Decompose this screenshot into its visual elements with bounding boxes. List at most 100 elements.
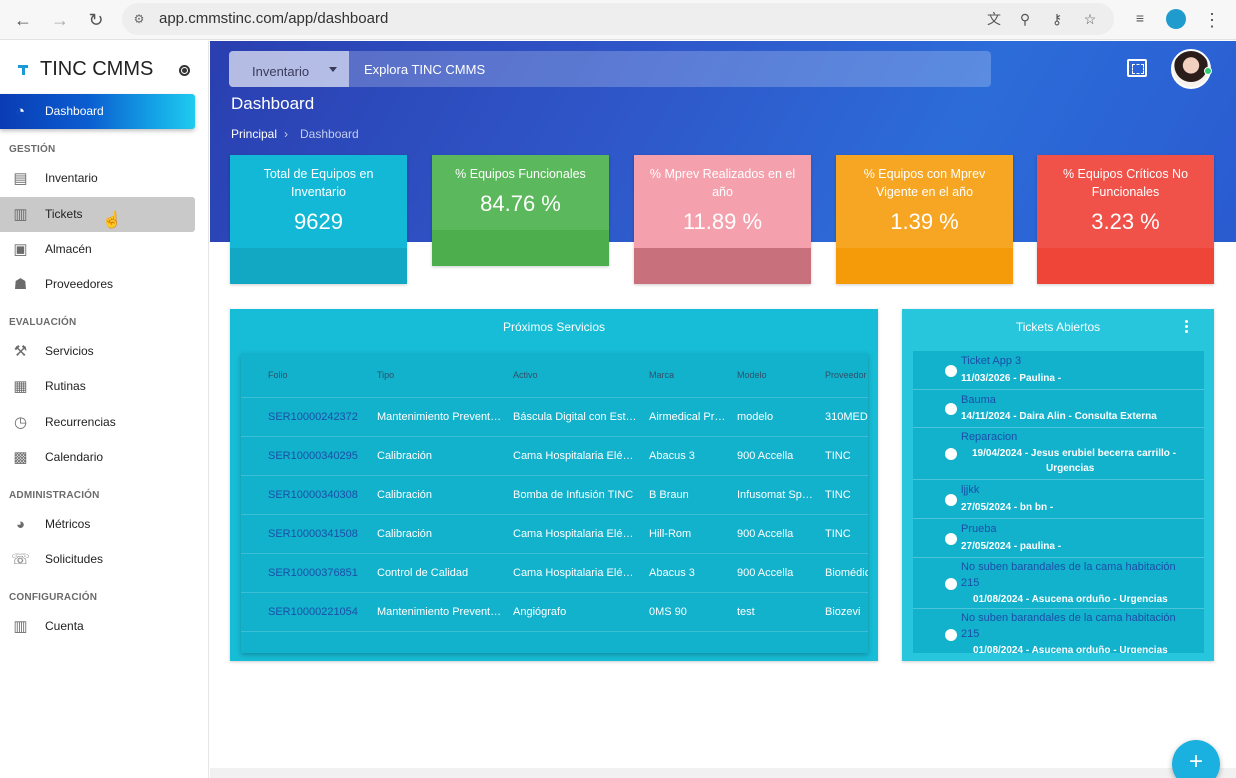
- stat-card-title: Total de Equipos en Inventario: [263, 167, 374, 199]
- sidebar-item-servicios[interactable]: ⚒ Servicios: [0, 334, 195, 369]
- ticket-title[interactable]: Prueba: [961, 523, 996, 535]
- list-item[interactable]: No suben barandales de la cama habitació…: [913, 558, 1204, 609]
- ticket-title[interactable]: Reparacion: [961, 431, 1017, 443]
- list-item[interactable]: Ticket App 3 11/03/2026 - Paulina -: [913, 351, 1204, 390]
- ticket-title-line2[interactable]: 215: [961, 628, 979, 640]
- column-header[interactable]: Activo: [513, 370, 538, 380]
- list-item[interactable]: Bauma 14/11/2024 - Daira Alin - Consulta…: [913, 390, 1204, 428]
- zoom-icon[interactable]: ⚲: [1015, 10, 1035, 28]
- cell-marca: Hill-Rom: [649, 528, 692, 540]
- cell-folio[interactable]: SER10000340308: [268, 489, 373, 501]
- stat-card-mprev-vigente[interactable]: % Equipos con Mprev Vigente en el año 1.…: [836, 155, 1013, 284]
- sidebar-item-proveedores[interactable]: ☗ Proveedores: [0, 267, 195, 302]
- cell-activo: Bomba de Infusión TINC: [513, 489, 634, 501]
- sidebar-toggle-icon[interactable]: [179, 65, 190, 76]
- sidebar-item-cuenta[interactable]: ▥ Cuenta: [0, 609, 195, 644]
- cell-folio[interactable]: SER10000376851: [268, 567, 373, 579]
- list-item[interactable]: Reparacion 19/04/2024 - Jesus erubiel be…: [913, 428, 1204, 480]
- proximos-servicios-panel: Próximos Servicios Folio Tipo Activo Mar…: [230, 309, 878, 661]
- chart-icon: ◕: [15, 516, 26, 533]
- sidebar-item-dashboard[interactable]: ◔ Dashboard: [0, 94, 195, 129]
- section-administracion: ADMINISTRACIÓN: [9, 490, 100, 501]
- sidebar-item-metricos[interactable]: ◕ Métricos: [0, 507, 195, 542]
- column-header[interactable]: Folio: [268, 370, 288, 380]
- cell-tipo: Calibración: [377, 450, 433, 462]
- sidebar-item-rutinas[interactable]: ▦ Rutinas: [0, 369, 195, 404]
- cell-tipo: Calibración: [377, 528, 433, 540]
- panel-title: Próximos Servicios: [502, 320, 606, 334]
- media-icon[interactable]: ≡: [1130, 9, 1150, 27]
- back-icon[interactable]: ←: [11, 8, 35, 32]
- stat-card-criticos[interactable]: % Equipos Críticos No Funcionales 3.23 %: [1037, 155, 1214, 284]
- table-row[interactable]: SER10000340295 Calibración Cama Hospital…: [241, 436, 868, 475]
- sidebar-item-recurrencias[interactable]: ◷ Recurrencias: [0, 405, 195, 440]
- site-settings-icon[interactable]: ⚙: [131, 11, 147, 27]
- sidebar: TINC CMMS ◔ Dashboard GESTIÓN ▤ Inventar…: [0, 41, 209, 778]
- reload-icon[interactable]: ↻: [84, 8, 108, 32]
- cell-activo: Cama Hospitalaria Eléctrica: [513, 528, 638, 540]
- stat-card-title: % Equipos con Mprev Vigente en el año: [863, 167, 986, 199]
- breadcrumb-home[interactable]: Principal: [231, 127, 277, 141]
- table-row[interactable]: SER10000340308 Calibración Bomba de Infu…: [241, 475, 868, 514]
- list-item[interactable]: ljjkk 27/05/2024 - bn bn -: [913, 480, 1204, 519]
- sidebar-item-tickets[interactable]: ▥ Tickets: [0, 197, 195, 232]
- search-input[interactable]: Explora TINC CMMS: [364, 62, 485, 77]
- table-row[interactable]: SER10000376851 Control de Calidad Cama H…: [241, 553, 868, 592]
- ticket-title[interactable]: No suben barandales de la cama habitació…: [961, 612, 1176, 624]
- list-item[interactable]: No suben barandales de la cama habitació…: [913, 609, 1204, 653]
- cell-activo: Cama Hospitalaria Eléctrica: [513, 450, 638, 462]
- stat-card-footer: [634, 248, 811, 284]
- calendar-icon: ▩: [13, 449, 28, 466]
- table-row[interactable]: SER10000221054 Mantenimiento Preventivo …: [241, 592, 868, 631]
- url-text[interactable]: app.cmmstinc.com/app/dashboard: [159, 10, 388, 27]
- add-button[interactable]: +: [1172, 740, 1220, 778]
- star-icon[interactable]: ☆: [1080, 10, 1100, 28]
- sidebar-item-almacen[interactable]: ▣ Almacén: [0, 232, 195, 267]
- browser-toolbar: ← → ↻ ⚙ app.cmmstinc.com/app/dashboard 文…: [0, 0, 1236, 40]
- stat-card-title: % Equipos Funcionales: [455, 167, 586, 181]
- cell-folio[interactable]: SER10000340295: [268, 450, 373, 462]
- column-header[interactable]: Proveedor: [825, 370, 868, 380]
- cell-folio[interactable]: SER10000341508: [268, 528, 373, 540]
- key-icon[interactable]: ⚷: [1047, 10, 1067, 28]
- column-header[interactable]: Modelo: [737, 370, 767, 380]
- table-row[interactable]: SER10000341508 Calibración Cama Hospital…: [241, 514, 868, 553]
- forward-icon[interactable]: →: [48, 8, 72, 32]
- more-options-icon[interactable]: [1182, 319, 1190, 335]
- cell-folio[interactable]: SER10000221054: [268, 606, 373, 618]
- sidebar-item-calendario[interactable]: ▩ Calendario: [0, 440, 195, 475]
- cell-modelo: Infusomat Space: [737, 489, 817, 501]
- fullscreen-icon[interactable]: [1127, 59, 1147, 77]
- sidebar-item-inventario[interactable]: ▤ Inventario: [0, 161, 195, 196]
- list-item[interactable]: Prueba 27/05/2024 - paulina -: [913, 519, 1204, 558]
- column-header[interactable]: Marca: [649, 370, 674, 380]
- ticket-title[interactable]: Bauma: [961, 394, 996, 406]
- global-search[interactable]: Inventario Explora TINC CMMS: [229, 51, 991, 87]
- sidebar-item-label: Cuenta: [45, 619, 84, 633]
- stat-card-value: 9629: [294, 209, 343, 234]
- browser-menu-icon[interactable]: ⋮: [1203, 8, 1221, 32]
- ticket-status-icon: [945, 494, 957, 506]
- column-header[interactable]: Tipo: [377, 370, 394, 380]
- extension-icon[interactable]: [1166, 9, 1186, 29]
- sidebar-item-label: Inventario: [45, 171, 98, 185]
- search-category-select[interactable]: Inventario: [229, 51, 349, 87]
- cell-activo: Cama Hospitalaria Eléctrica: [513, 567, 638, 579]
- sidebar-item-solicitudes[interactable]: ☏ Solicitudes: [0, 542, 195, 577]
- servicios-table[interactable]: Folio Tipo Activo Marca Modelo Proveedor…: [241, 353, 868, 653]
- ticket-title-line2[interactable]: 215: [961, 577, 979, 589]
- ticket-title[interactable]: ljjkk: [961, 484, 979, 496]
- translate-icon[interactable]: 文: [984, 10, 1004, 28]
- cell-modelo: modelo: [737, 411, 774, 423]
- sidebar-item-label: Proveedores: [45, 277, 114, 291]
- stat-card-funcionales[interactable]: % Equipos Funcionales 84.76 %: [432, 155, 609, 266]
- cell-folio[interactable]: SER10000242372: [268, 411, 373, 423]
- address-bar[interactable]: ⚙ app.cmmstinc.com/app/dashboard 文 ⚲ ⚷ ☆: [122, 3, 1114, 35]
- tickets-list[interactable]: Ticket App 3 11/03/2026 - Paulina - Baum…: [913, 351, 1204, 653]
- ticket-title[interactable]: Ticket App 3: [961, 355, 1021, 367]
- online-status-dot: [1204, 67, 1212, 75]
- stat-card-total-equipos[interactable]: Total de Equipos en Inventario 9629: [230, 155, 407, 284]
- stat-card-mprev-realizados[interactable]: % Mprev Realizados en el año 11.89 %: [634, 155, 811, 284]
- ticket-title[interactable]: No suben barandales de la cama habitació…: [961, 561, 1176, 573]
- table-row[interactable]: SER10000242372 Mantenimiento Preventivo …: [241, 397, 868, 436]
